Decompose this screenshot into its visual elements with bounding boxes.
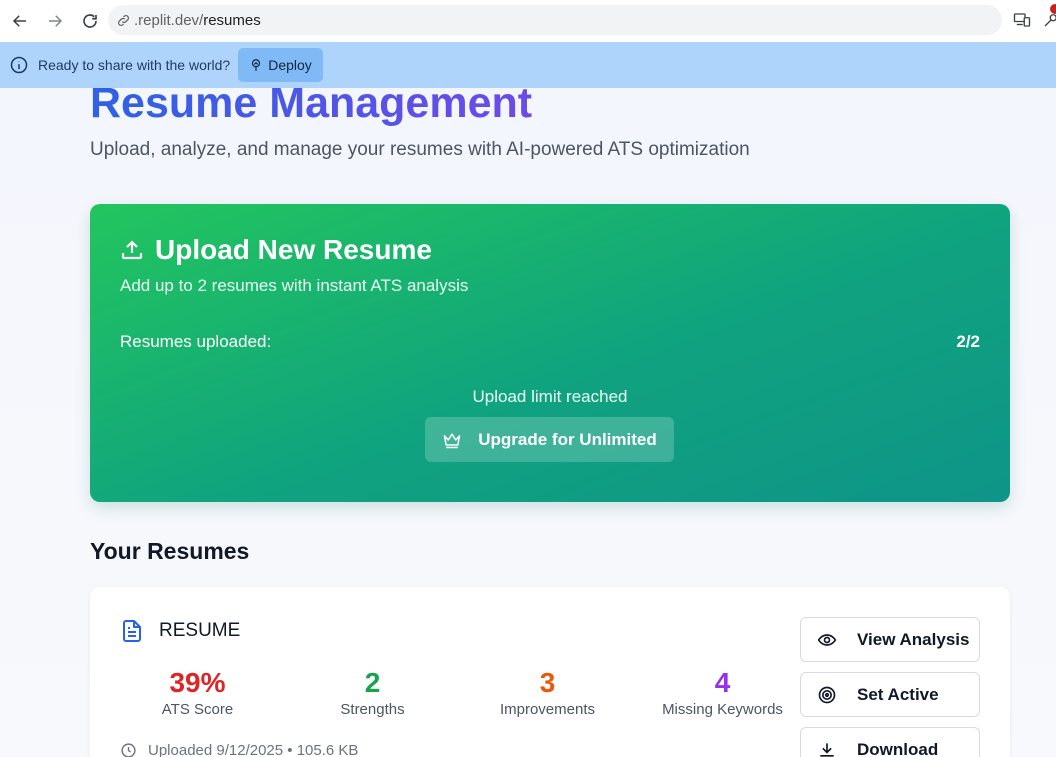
download-icon	[820, 742, 834, 757]
ats-score-label: ATS Score	[161, 701, 234, 718]
uploaded-info: Uploaded 9/12/2025 • 105.6 KB	[120, 742, 358, 757]
clock-icon	[121, 743, 136, 757]
devices-button[interactable]	[1011, 9, 1033, 31]
back-button[interactable]	[3, 4, 37, 38]
resumes-uploaded-count: 2/2	[956, 332, 980, 351]
upload-card: Upload New Resume Add up to 2 resumes wi…	[90, 204, 1010, 502]
resume-card: RESUME 39% ATS Score 2 Strengths 3 Impro…	[90, 587, 1010, 757]
document-icon	[123, 620, 141, 642]
deploy-label: Deploy	[268, 57, 312, 73]
set-active-button[interactable]: Set Active	[800, 672, 980, 717]
upload-subtitle: Add up to 2 resumes with instant ATS ana…	[120, 276, 469, 295]
strengths-value: 2	[364, 667, 381, 698]
ats-score-stat: 39% ATS Score	[110, 667, 285, 718]
reload-button[interactable]	[73, 4, 107, 38]
resumes-uploaded-label: Resumes uploaded:	[120, 332, 272, 351]
strengths-label: Strengths	[340, 701, 405, 718]
devices-icon	[1013, 13, 1031, 27]
address-bar[interactable]: .replit.dev/resumes	[108, 5, 1002, 35]
resume-header: RESUME	[120, 619, 240, 643]
view-analysis-button[interactable]: View Analysis	[800, 617, 980, 662]
upload-limit-message: Upload limit reached	[472, 387, 628, 406]
download-button[interactable]: Download	[800, 727, 980, 757]
eye-icon	[817, 633, 837, 646]
reload-icon	[83, 14, 97, 28]
missing-keywords-value: 4	[714, 667, 731, 698]
target-icon	[818, 686, 836, 703]
deploy-icon	[252, 59, 261, 71]
page-subtitle: Upload, analyze, and manage your resumes…	[90, 139, 750, 160]
url-path: resumes	[203, 11, 261, 29]
arrow-right-icon	[49, 15, 63, 27]
url-host: .replit.dev/	[134, 11, 204, 29]
upgrade-button[interactable]: Upgrade for Unlimited	[425, 417, 674, 462]
set-active-label: Set Active	[857, 684, 939, 704]
missing-keywords-stat: 4 Missing Keywords	[635, 667, 810, 718]
ats-score-value: 39%	[169, 667, 226, 698]
upgrade-label: Upgrade for Unlimited	[478, 429, 657, 449]
missing-keywords-label: Missing Keywords	[662, 701, 783, 718]
crown-icon	[443, 432, 461, 448]
upload-title: Upload New Resume	[155, 234, 432, 265]
info-icon	[10, 56, 28, 74]
improvements-stat: 3 Improvements	[460, 667, 635, 718]
view-analysis-label: View Analysis	[857, 629, 970, 649]
resume-name: RESUME	[159, 620, 241, 641]
upload-header: Upload New Resume	[120, 234, 432, 266]
link-icon	[118, 14, 129, 26]
upload-icon	[121, 240, 143, 260]
browser-toolbar: .replit.dev/resumes	[0, 0, 1056, 42]
forward-button[interactable]	[38, 4, 72, 38]
notification-badge	[1050, 4, 1056, 14]
banner-message: Ready to share with the world?	[38, 57, 231, 73]
strengths-stat: 2 Strengths	[285, 667, 460, 718]
uploaded-text: Uploaded 9/12/2025 • 105.6 KB	[148, 742, 359, 757]
arrow-left-icon	[12, 15, 26, 27]
download-label: Download	[857, 739, 939, 757]
improvements-value: 3	[539, 667, 556, 698]
main-content: Resume Management Upload, analyze, and m…	[0, 88, 1056, 757]
deploy-banner: Ready to share with the world? Deploy	[0, 42, 1056, 88]
improvements-label: Improvements	[499, 701, 596, 718]
deploy-button[interactable]: Deploy	[238, 48, 323, 82]
page-title: Resume Management	[90, 88, 532, 129]
your-resumes-heading: Your Resumes	[90, 538, 250, 564]
